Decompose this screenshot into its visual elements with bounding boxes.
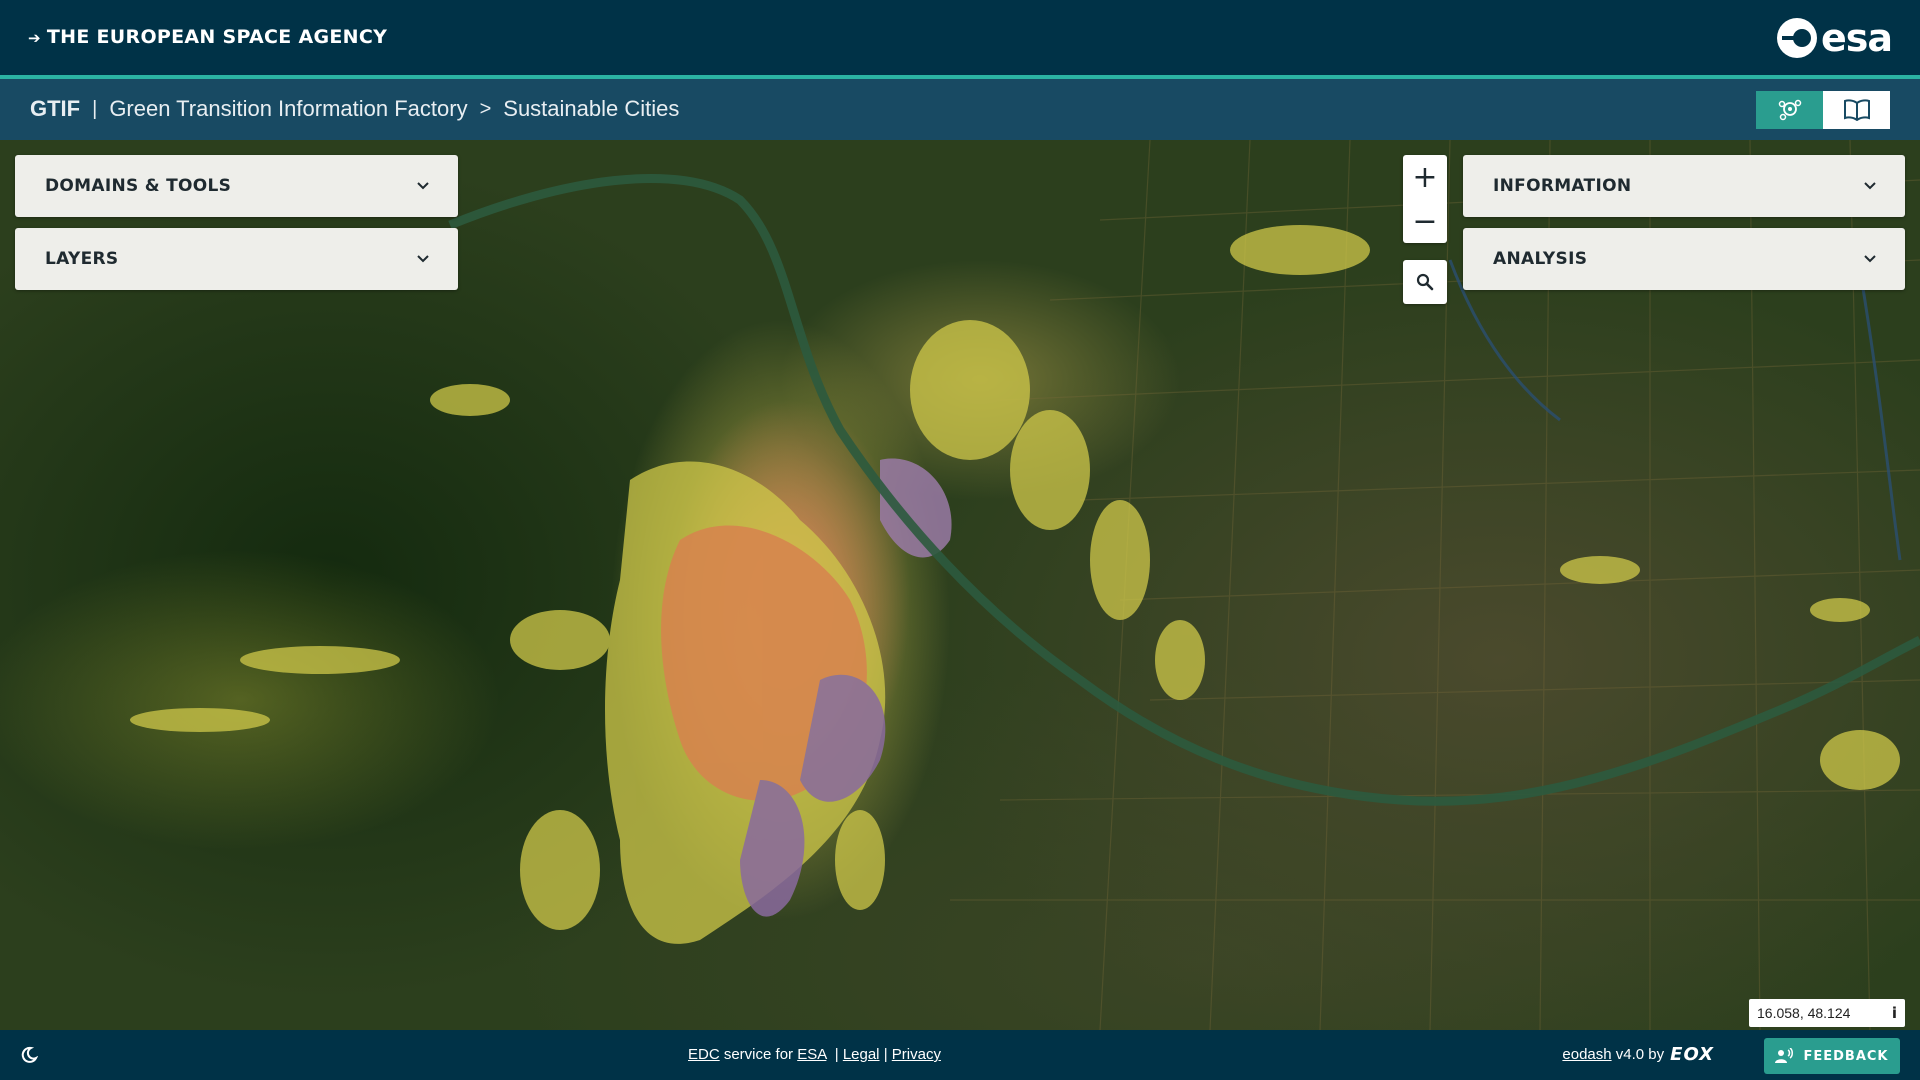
zoom-out-button[interactable]: − — [1403, 199, 1447, 243]
feedback-label: FEEDBACK — [1803, 1048, 1889, 1064]
esa-agency-link[interactable]: ➔ THE EUROPEAN SPACE AGENCY — [28, 26, 387, 48]
arrow-right-icon: ➔ — [28, 29, 41, 47]
eodash-link[interactable]: eodash — [1562, 1046, 1611, 1063]
chevron-down-icon — [417, 182, 429, 190]
esa-logo-text: esa — [1820, 16, 1893, 60]
analysis-label: ANALYSIS — [1493, 249, 1588, 269]
footer-separator: | — [883, 1046, 888, 1063]
version-text: v4.0 by — [1615, 1046, 1665, 1063]
footer-separator: | — [834, 1046, 839, 1063]
header-toggle-group — [1756, 91, 1890, 129]
app-full-name[interactable]: Green Transition Information Factory — [109, 96, 467, 122]
chevron-down-icon — [1864, 255, 1876, 263]
book-icon — [1843, 99, 1870, 121]
feedback-icon — [1775, 1048, 1794, 1063]
information-panel[interactable]: INFORMATION — [1463, 155, 1905, 217]
eox-logo[interactable]: EOX — [1670, 1044, 1714, 1065]
breadcrumb-chevron: > — [479, 97, 492, 120]
information-label: INFORMATION — [1493, 176, 1632, 196]
layers-label: LAYERS — [45, 249, 119, 269]
satellite-map[interactable]: DOMAINS & TOOLS LAYERS INFORMATION ANALY… — [0, 140, 1920, 1030]
explore-icon — [1778, 99, 1801, 121]
footer: EDC service for ESA | Legal | Privacy eo… — [0, 1030, 1920, 1080]
app-header: GTIF | Green Transition Information Fact… — [0, 79, 1920, 140]
moon-icon[interactable] — [20, 1046, 38, 1064]
zoom-controls: + − — [1403, 155, 1447, 243]
footer-links: EDC service for ESA | Legal | Privacy — [688, 1046, 941, 1063]
chevron-down-icon — [1864, 182, 1876, 190]
edc-link[interactable]: EDC — [688, 1046, 720, 1063]
analysis-panel[interactable]: ANALYSIS — [1463, 228, 1905, 290]
privacy-link[interactable]: Privacy — [892, 1046, 941, 1063]
esa-top-bar: ➔ THE EUROPEAN SPACE AGENCY esa — [0, 0, 1920, 75]
breadcrumb-separator: | — [92, 97, 98, 120]
breadcrumb: GTIF | Green Transition Information Fact… — [30, 96, 679, 122]
search-icon — [1416, 273, 1434, 291]
app-short-name[interactable]: GTIF — [30, 96, 80, 122]
explore-mode-button[interactable] — [1756, 91, 1823, 129]
esa-link[interactable]: ESA — [797, 1046, 826, 1063]
map-search-button[interactable] — [1403, 260, 1447, 304]
coordinates-value: 16.058, 48.124 — [1757, 1005, 1851, 1021]
cursor-coordinates: 16.058, 48.124 i — [1749, 999, 1905, 1027]
page-title: Sustainable Cities — [503, 96, 680, 121]
layers-panel[interactable]: LAYERS — [15, 228, 458, 290]
service-for-text: service for — [723, 1046, 794, 1063]
domains-tools-label: DOMAINS & TOOLS — [45, 176, 232, 196]
story-mode-button[interactable] — [1823, 91, 1890, 129]
esa-logo[interactable]: esa — [1776, 16, 1893, 60]
info-icon[interactable]: i — [1892, 1004, 1897, 1022]
esa-logo-mark — [1776, 18, 1817, 58]
esa-agency-label: THE EUROPEAN SPACE AGENCY — [46, 26, 388, 48]
chevron-down-icon — [417, 255, 429, 263]
domains-tools-panel[interactable]: DOMAINS & TOOLS — [15, 155, 458, 217]
legal-link[interactable]: Legal — [843, 1046, 880, 1063]
zoom-in-button[interactable]: + — [1403, 155, 1447, 199]
footer-credits: eodash v4.0 by EOX — [1562, 1044, 1714, 1065]
feedback-button[interactable]: FEEDBACK — [1764, 1038, 1900, 1074]
